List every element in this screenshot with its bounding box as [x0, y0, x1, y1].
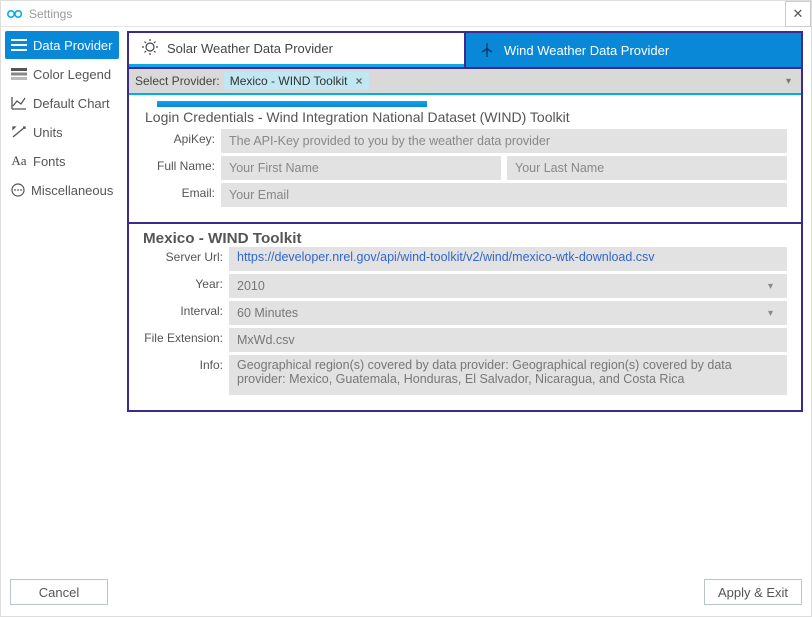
sidebar-item-default-chart[interactable]: Default Chart	[5, 89, 119, 117]
chip-remove-icon[interactable]: ×	[356, 74, 363, 88]
window-title: Settings	[29, 7, 72, 21]
data-provider-icon	[11, 39, 27, 51]
year-value: 2010	[237, 279, 265, 293]
sidebar-item-units[interactable]: Units	[5, 118, 119, 146]
sidebar-item-label: Units	[33, 125, 63, 140]
apply-exit-button[interactable]: Apply & Exit	[704, 579, 802, 605]
sidebar-item-label: Fonts	[33, 154, 66, 169]
provider-tabs: Solar Weather Data Provider Wind Weather…	[127, 31, 803, 69]
interval-label: Interval:	[143, 301, 229, 325]
sidebar-item-label: Data Provider	[33, 38, 112, 53]
tab-wind-provider[interactable]: Wind Weather Data Provider	[466, 33, 801, 67]
sidebar-item-data-provider[interactable]: Data Provider	[5, 31, 119, 59]
sidebar-item-label: Miscellaneous	[31, 183, 113, 198]
sidebar-item-fonts[interactable]: Aa Fonts	[5, 147, 119, 175]
chevron-down-icon[interactable]: ▾	[786, 76, 791, 87]
sidebar-item-color-legend[interactable]: Color Legend	[5, 60, 119, 88]
panel-accent-bar	[157, 101, 427, 107]
interval-value: 60 Minutes	[237, 306, 298, 320]
sidebar-item-label: Color Legend	[33, 67, 111, 82]
tab-label: Wind Weather Data Provider	[504, 43, 669, 58]
wind-turbine-icon	[478, 40, 496, 61]
server-url-value: https://developer.nrel.gov/api/wind-tool…	[229, 247, 787, 271]
provider-content: Select Provider: Mexico - WIND Toolkit ×…	[127, 69, 803, 412]
tab-solar-provider[interactable]: Solar Weather Data Provider	[129, 33, 464, 67]
last-name-input[interactable]	[507, 156, 787, 180]
cancel-button[interactable]: Cancel	[10, 579, 108, 605]
sun-icon	[141, 38, 159, 59]
fonts-icon: Aa	[11, 153, 27, 169]
color-legend-icon	[11, 68, 27, 80]
select-provider-label: Select Provider:	[135, 74, 220, 88]
app-logo-icon	[7, 8, 23, 20]
chart-icon	[11, 96, 27, 110]
login-credentials-panel: Login Credentials - Wind Integration Nat…	[129, 95, 801, 222]
units-icon	[11, 125, 27, 139]
fullname-label: Full Name:	[143, 156, 221, 180]
sidebar-item-miscellaneous[interactable]: Miscellaneous	[5, 176, 119, 204]
apikey-label: ApiKey:	[143, 129, 221, 153]
server-url-label: Server Url:	[143, 247, 229, 271]
year-select[interactable]: 2010 ▾	[229, 274, 787, 298]
settings-sidebar: Data Provider Color Legend Default Chart…	[1, 27, 123, 587]
chevron-down-icon: ▾	[768, 281, 779, 292]
titlebar: Settings ✕	[1, 1, 811, 27]
main-area: Solar Weather Data Provider Wind Weather…	[123, 27, 811, 587]
misc-icon	[11, 183, 25, 197]
provider-select-row[interactable]: Select Provider: Mexico - WIND Toolkit ×…	[129, 69, 801, 95]
info-text: Geographical region(s) covered by data p…	[229, 355, 787, 395]
chip-text: Mexico - WIND Toolkit	[230, 74, 348, 88]
dataset-header: Mexico - WIND Toolkit	[143, 230, 787, 247]
apikey-input[interactable]	[221, 129, 787, 153]
file-extension-input[interactable]	[229, 328, 787, 352]
first-name-input[interactable]	[221, 156, 501, 180]
email-input[interactable]	[221, 183, 787, 207]
body: Data Provider Color Legend Default Chart…	[1, 27, 811, 587]
tab-label: Solar Weather Data Provider	[167, 41, 333, 56]
login-header: Login Credentials - Wind Integration Nat…	[145, 109, 787, 125]
window-close-button[interactable]: ✕	[785, 1, 811, 27]
chevron-down-icon: ▾	[768, 308, 779, 319]
footer: Cancel Apply & Exit	[0, 579, 812, 617]
email-label: Email:	[143, 183, 221, 207]
info-label: Info:	[143, 355, 229, 395]
interval-select[interactable]: 60 Minutes ▾	[229, 301, 787, 325]
sidebar-item-label: Default Chart	[33, 96, 110, 111]
file-extension-label: File Extension:	[143, 328, 229, 352]
year-label: Year:	[143, 274, 229, 298]
dataset-panel: Mexico - WIND Toolkit Server Url: https:…	[129, 222, 801, 410]
selected-provider-chip: Mexico - WIND Toolkit ×	[224, 72, 369, 90]
